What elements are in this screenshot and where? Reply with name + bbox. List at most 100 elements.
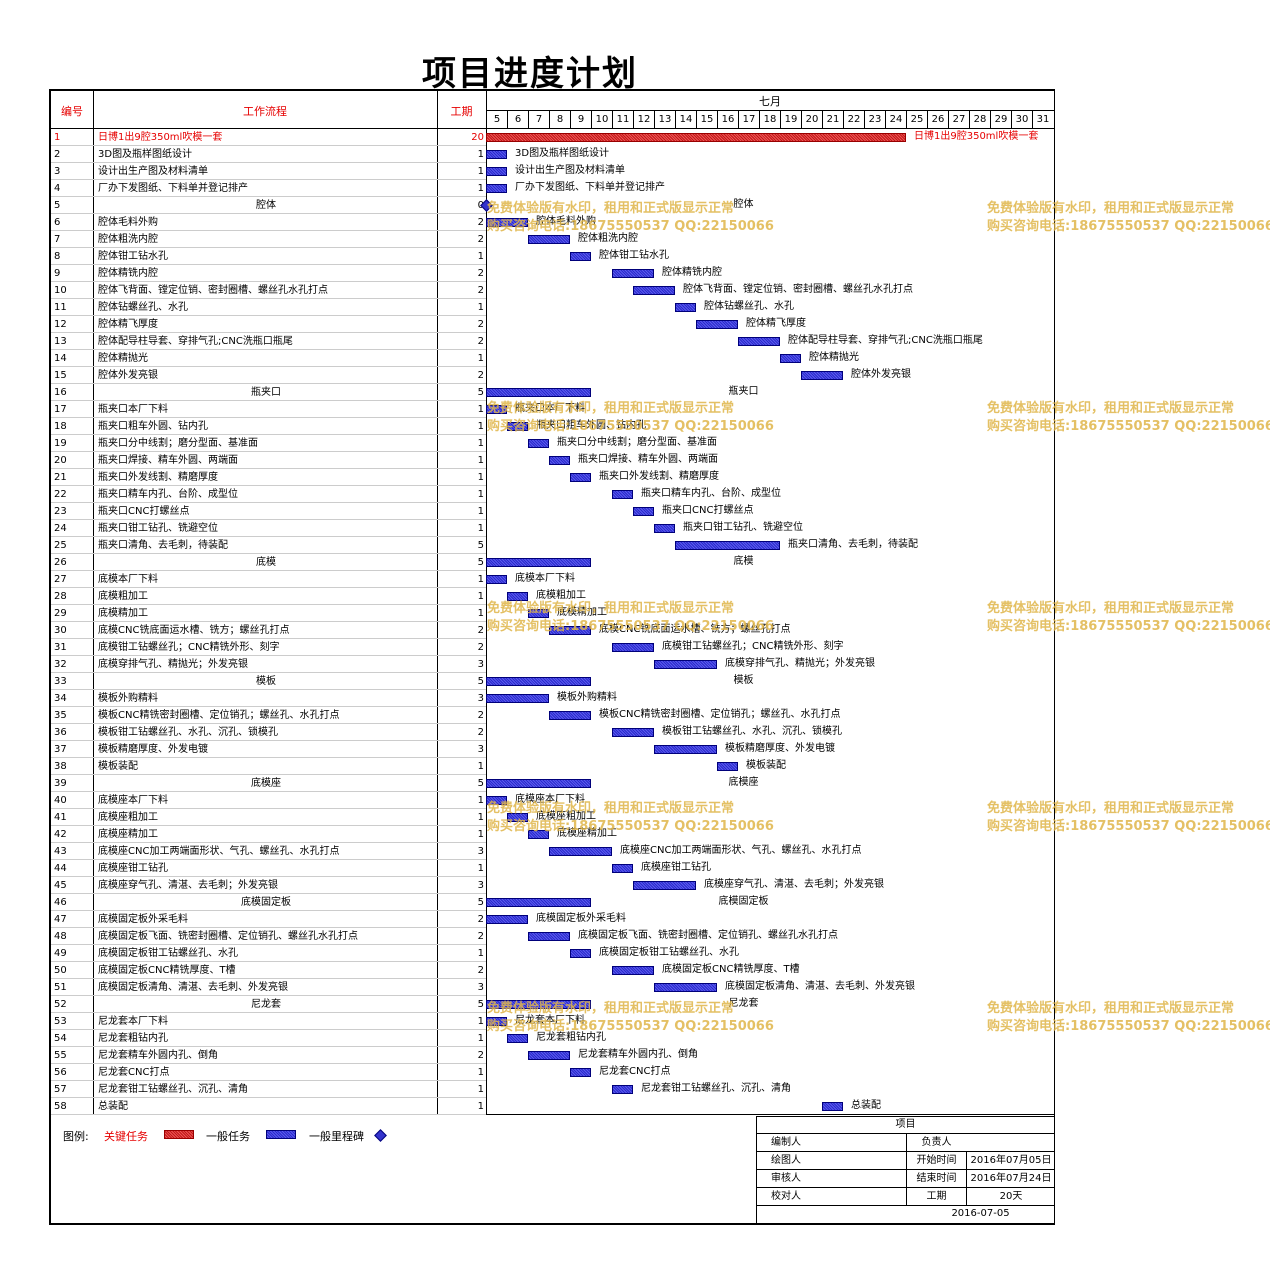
bar-label: 设计出生产图及材料清单 xyxy=(515,165,625,176)
bar-label: 底模钳工钻螺丝孔；CNC精铣外形、刻字 xyxy=(662,641,844,652)
task-bar xyxy=(780,354,801,363)
task-name: 底模固定板CNC精铣厚度、T槽 xyxy=(98,965,236,976)
task-duration: 1 xyxy=(477,438,484,449)
task-id: 1 xyxy=(54,132,61,143)
task-duration: 3 xyxy=(477,982,484,993)
task-duration: 1 xyxy=(477,812,484,823)
task-name: 腔体粗洗内腔 xyxy=(98,234,158,245)
task-bar xyxy=(486,694,549,703)
bar-label: 3D图及瓶样图纸设计 xyxy=(515,148,610,159)
task-bar xyxy=(654,745,717,754)
page-title: 项目进度计划 xyxy=(422,54,638,94)
task-id: 45 xyxy=(54,880,67,891)
watermark-text: 免费体验版有水印，租用和正式版显示正常 购买咨询电话:18675550537 QQ… xyxy=(987,801,1270,834)
task-name: 瓶夹口钳工钻孔、铣避空位 xyxy=(98,523,218,534)
task-id: 40 xyxy=(54,795,67,806)
watermark-text: 免费体验版有水印，租用和正式版显示正常 购买咨询电话:18675550537 QQ… xyxy=(487,1001,774,1034)
day-tick-label: 11 xyxy=(612,111,633,128)
bar-label: 厂办下发图纸、下料单并登记排产 xyxy=(515,182,665,193)
task-name: 底模钳工钻螺丝孔；CNC精铣外形、刻字 xyxy=(98,642,280,653)
task-id: 2 xyxy=(54,149,61,160)
task-id: 9 xyxy=(54,268,61,279)
task-bar xyxy=(486,184,507,193)
task-id: 38 xyxy=(54,761,67,772)
task-duration: 1 xyxy=(477,1033,484,1044)
task-id: 30 xyxy=(54,625,67,636)
task-bar xyxy=(486,779,591,788)
bar-label: 瓶夹口 xyxy=(728,386,759,397)
task-name: 腔体毛料外购 xyxy=(98,217,158,228)
task-id: 16 xyxy=(54,387,67,398)
bar-label: 腔体钳工钻水孔 xyxy=(599,250,669,261)
task-duration: 1 xyxy=(477,1084,484,1095)
task-name: 尼龙套钳工钻螺丝孔、沉孔、清角 xyxy=(98,1084,248,1095)
task-duration: 1 xyxy=(477,455,484,466)
task-id: 6 xyxy=(54,217,61,228)
task-duration: 5 xyxy=(477,897,484,908)
day-tick-label: 31 xyxy=(1032,111,1053,128)
task-bar xyxy=(654,524,675,533)
task-duration: 1 xyxy=(477,948,484,959)
task-duration: 5 xyxy=(477,676,484,687)
task-name: 模板装配 xyxy=(98,761,138,772)
task-name: 腔体飞背面、镗定位销、密封圈槽、螺丝孔水孔打点 xyxy=(98,285,328,296)
info-key: 校对人 xyxy=(771,1191,801,1202)
legend-critical-swatch xyxy=(164,1130,194,1139)
task-bar xyxy=(633,286,675,295)
task-duration: 2 xyxy=(477,370,484,381)
task-name: 尼龙套本厂下料 xyxy=(98,1016,168,1027)
legend-normal-label: 一般任务 xyxy=(206,1130,250,1143)
info-date: 2016-07-05 xyxy=(951,1208,1010,1219)
task-bar xyxy=(528,439,549,448)
task-duration: 3 xyxy=(477,659,484,670)
task-duration: 3 xyxy=(477,880,484,891)
day-tick-label: 24 xyxy=(885,111,906,128)
task-duration: 1 xyxy=(477,829,484,840)
day-tick-label: 9 xyxy=(570,111,591,128)
task-duration: 1 xyxy=(477,863,484,874)
task-row: 45 底模座穿气孔、清湛、去毛刺；外发亮银 3 xyxy=(51,877,1055,894)
bar-label: 腔体精抛光 xyxy=(809,352,859,363)
task-id: 25 xyxy=(54,540,67,551)
task-bar xyxy=(486,388,591,397)
task-bar xyxy=(612,269,654,278)
bar-label: 底模座穿气孔、清湛、去毛刺；外发亮银 xyxy=(704,879,884,890)
task-name: 日博1出9腔350ml吹模一套 xyxy=(98,132,223,143)
task-bar xyxy=(570,1068,591,1077)
task-id: 10 xyxy=(54,285,67,296)
task-name: 底模固定板清角、清湛、去毛刺、外发亮银 xyxy=(98,982,288,993)
task-id: 54 xyxy=(54,1033,67,1044)
task-name: 底模座穿气孔、清湛、去毛刺；外发亮银 xyxy=(98,880,278,891)
bar-label: 模板CNC精铣密封圈槽、定位销孔；螺丝孔、水孔打点 xyxy=(599,709,841,720)
bar-label: 尼龙套CNC打点 xyxy=(599,1066,671,1077)
task-duration: 2 xyxy=(477,336,484,347)
task-id: 11 xyxy=(54,302,67,313)
task-id: 50 xyxy=(54,965,67,976)
day-tick-label: 16 xyxy=(717,111,738,128)
task-duration: 20 xyxy=(471,132,484,143)
task-id: 47 xyxy=(54,914,67,925)
watermark-text: 免费体验版有水印，租用和正式版显示正常 购买咨询电话:18675550537 QQ… xyxy=(487,201,774,234)
task-duration: 1 xyxy=(477,251,484,262)
bar-label: 尼龙套精车外圆内孔、倒角 xyxy=(578,1049,698,1060)
bar-label: 腔体钻螺丝孔、水孔 xyxy=(704,301,794,312)
task-duration: 5 xyxy=(477,540,484,551)
task-id: 49 xyxy=(54,948,67,959)
task-duration: 0 xyxy=(437,197,484,214)
task-duration: 2 xyxy=(477,642,484,653)
task-name: 瓶夹口精车内孔、台阶、成型位 xyxy=(98,489,238,500)
task-id: 35 xyxy=(54,710,67,721)
task-duration: 2 xyxy=(477,625,484,636)
bar-label: 底模固定板外采毛料 xyxy=(536,913,626,924)
task-duration: 5 xyxy=(477,557,484,568)
task-id: 19 xyxy=(54,438,67,449)
task-name: 腔体外发亮银 xyxy=(98,370,158,381)
day-tick-label: 17 xyxy=(738,111,759,128)
watermark-text: 免费体验版有水印，租用和正式版显示正常 购买咨询电话:18675550537 QQ… xyxy=(487,401,774,434)
day-tick-label: 7 xyxy=(528,111,549,128)
task-bar xyxy=(612,864,633,873)
task-bar xyxy=(486,133,906,142)
day-tick-label: 22 xyxy=(843,111,864,128)
task-bar xyxy=(528,235,570,244)
task-name: 尼龙套CNC打点 xyxy=(98,1067,170,1078)
